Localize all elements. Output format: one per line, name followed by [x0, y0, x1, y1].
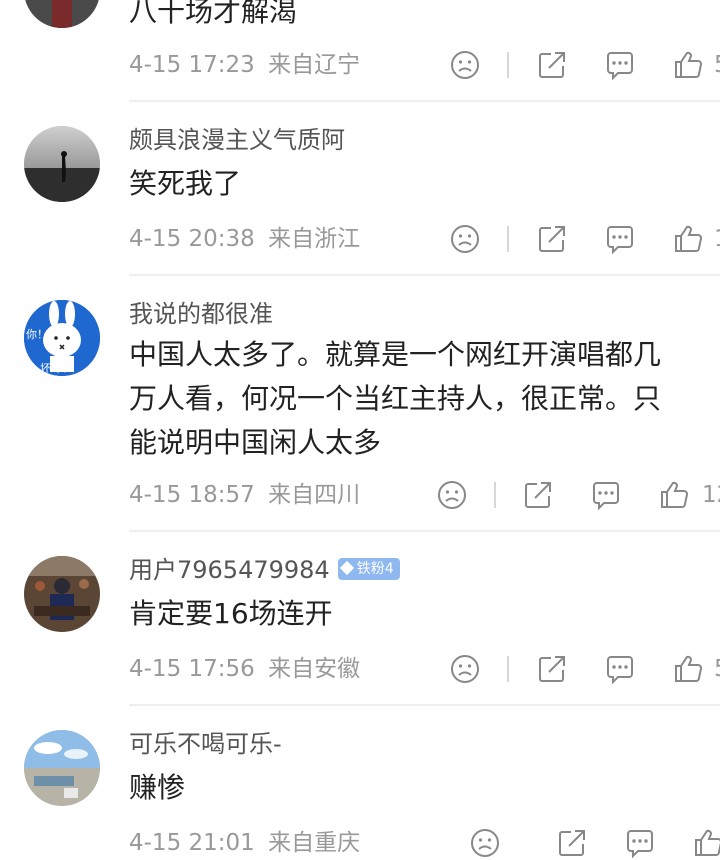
comment-text-line: 万人看，何况一个当红主持人，很正常。只 [129, 382, 662, 415]
comment-item: 可乐不喝可乐- 赚惨 4-15 21:01 来自重庆 [0, 706, 720, 859]
thumbs-up-icon[interactable] [691, 826, 720, 860]
comment-time: 4-15 20:38 [129, 226, 255, 252]
frown-icon[interactable] [468, 826, 502, 860]
share-icon[interactable] [555, 826, 589, 860]
share-icon[interactable] [535, 48, 569, 82]
comment-meta: 4-15 17:56 来自安徽 [129, 654, 360, 684]
like-count: 12 [702, 482, 720, 508]
gem-icon [339, 560, 354, 576]
comment-time: 4-15 21:01 [129, 830, 255, 856]
username[interactable]: 我说的都很准 [129, 298, 273, 330]
like-count: 5 [714, 50, 720, 80]
frown-icon[interactable] [448, 652, 482, 686]
comment-time: 4-15 18:57 [129, 482, 255, 508]
avatar-caption: 你！ [26, 328, 48, 341]
share-icon[interactable] [521, 478, 555, 512]
avatar[interactable] [24, 0, 100, 28]
comment-meta: 4-15 21:01 来自重庆 [129, 828, 360, 858]
comment-time: 4-15 17:23 [129, 52, 255, 78]
fan-badge-label: 铁粉4 [356, 561, 394, 577]
comment-meta: 4-15 17:23 来自辽宁 [129, 50, 360, 80]
share-icon[interactable] [535, 222, 569, 256]
comment-location: 来自四川 [268, 482, 361, 508]
like-count: 5 [714, 654, 720, 684]
comment-icon[interactable] [603, 48, 637, 82]
comment-item: 八十场才解渴 4-15 17:23 来自辽宁 5 [0, 0, 720, 102]
comment-icon[interactable] [603, 222, 637, 256]
comment-location: 来自安徽 [268, 656, 361, 682]
avatar-caption: 坏坏！ [40, 362, 73, 375]
comment-icon[interactable] [603, 652, 637, 686]
comment-meta: 4-15 18:57 来自四川 [129, 480, 360, 510]
divider [507, 226, 509, 252]
comment-location: 来自浙江 [268, 226, 361, 252]
avatar[interactable] [24, 730, 100, 806]
divider [507, 656, 509, 682]
comment-location: 来自重庆 [268, 830, 361, 856]
like-count: 1 [714, 224, 720, 254]
username[interactable]: 颇具浪漫主义气质阿 [129, 124, 345, 156]
frown-icon[interactable] [435, 478, 469, 512]
thumbs-up-icon[interactable] [671, 222, 705, 256]
frown-icon[interactable] [448, 222, 482, 256]
comment-icon[interactable] [623, 826, 657, 860]
comment-item: 用户7965479984 铁粉4 肯定要16场连开 4-15 17:56 来自安徽… [0, 532, 720, 706]
comment-time: 4-15 17:56 [129, 656, 255, 682]
comment-text: 肯定要16场连开 [129, 597, 333, 630]
avatar[interactable]: 你！ 坏坏！ [24, 300, 100, 376]
thumbs-up-icon[interactable] [671, 48, 705, 82]
share-icon[interactable] [535, 652, 569, 686]
thumbs-up-icon[interactable] [657, 478, 691, 512]
fan-badge: 铁粉4 [337, 558, 400, 580]
comment-text: 八十场才解渴 [129, 0, 298, 28]
divider [507, 52, 509, 78]
username-text[interactable]: 用户7965479984 [129, 556, 330, 584]
comment-item: 你！ 坏坏！ 我说的都很准 中国人太多了。就算是一个网红开演唱都几 万人看，何况… [0, 276, 720, 532]
comment-text-line: 能说明中国闲人太多 [129, 426, 382, 459]
comment-text-line: 中国人太多了。就算是一个网红开演唱都几 [129, 338, 662, 371]
avatar[interactable] [24, 556, 100, 632]
comment-item: 颇具浪漫主义气质阿 笑死我了 4-15 20:38 来自浙江 1 [0, 102, 720, 276]
avatar[interactable] [24, 126, 100, 202]
frown-icon[interactable] [448, 48, 482, 82]
comment-text: 笑死我了 [129, 167, 242, 200]
username[interactable]: 用户7965479984 铁粉4 [129, 554, 400, 586]
divider [494, 482, 496, 508]
username[interactable]: 可乐不喝可乐- [129, 728, 282, 760]
comment-meta: 4-15 20:38 来自浙江 [129, 224, 360, 254]
comment-location: 来自辽宁 [268, 52, 361, 78]
comment-icon[interactable] [589, 478, 623, 512]
thumbs-up-icon[interactable] [671, 652, 705, 686]
comment-text: 赚惨 [129, 771, 186, 804]
